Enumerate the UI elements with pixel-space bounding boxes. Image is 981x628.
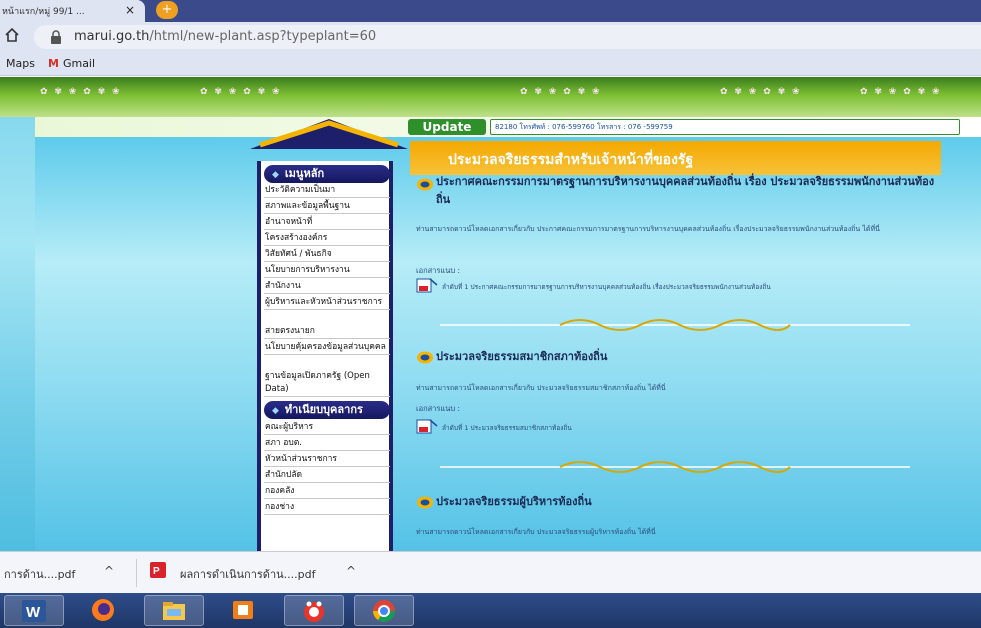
pdf-file-icon[interactable] bbox=[416, 277, 438, 293]
sidebar-item-office[interactable]: สำนักงาน bbox=[264, 280, 390, 294]
sidebar-item-engineering[interactable]: กองช่าง bbox=[264, 501, 390, 515]
lock-icon bbox=[51, 30, 61, 44]
update-ticker: 82180 โทรศัพท์ : 076-599760 โทรสาร : 076… bbox=[490, 119, 960, 135]
sidebar-item-finance[interactable]: กองคลัง bbox=[264, 485, 390, 499]
address-bar[interactable]: marui.go.th/html/new-plant.asp?typeplant… bbox=[34, 25, 981, 49]
flower-decoration: ✿ ✾ ❀ ✿ ✾ ❀ bbox=[520, 87, 602, 97]
pdf-file-icon[interactable] bbox=[416, 418, 438, 434]
update-strip: Update 82180 โทรศัพท์ : 076-599760 โทรสา… bbox=[35, 117, 981, 137]
attachment-link-2[interactable]: ลำดับที่ 1 ประมวลจริยธรรมสมาชิกสภาท้องถิ… bbox=[442, 423, 572, 433]
sidebar-item-direct-line[interactable]: สายตรงนายก bbox=[264, 325, 390, 339]
sidebar-item-history[interactable]: ประวัติความเป็นมา bbox=[264, 184, 390, 198]
item-bullet-icon bbox=[417, 496, 433, 509]
page-title: ประมวลจริยธรรมสำหรับเจ้าหน้าที่ของรัฐ bbox=[448, 152, 694, 168]
attachment-label-2: เอกสารแนบ : bbox=[416, 404, 461, 413]
personnel-menu-label: ทำเนียบบุคลากร bbox=[284, 403, 363, 416]
sidebar-item-executives[interactable]: ผู้บริหารและหัวหน้าส่วนราชการ bbox=[264, 296, 390, 310]
browser-tab[interactable]: หน้าแรก/หมู่ 99/1 ... × bbox=[0, 0, 145, 22]
bookmark-maps[interactable]: Maps bbox=[6, 57, 35, 70]
file-explorer-button[interactable] bbox=[144, 595, 204, 626]
attachment-link-1[interactable]: ลำดับที่ 1 ประกาศคณะกรรมการมาตรฐานการบริ… bbox=[442, 282, 771, 292]
flower-decoration: ✿ ✾ ❀ ✿ ✾ ❀ bbox=[40, 87, 122, 97]
flower-decoration: ✿ ✾ ❀ ✿ ✾ ❀ bbox=[200, 87, 282, 97]
svg-text:P: P bbox=[153, 566, 160, 577]
sidebar-item-council[interactable]: สภา อบต. bbox=[264, 437, 390, 451]
download-item-2[interactable]: ผลการดำเนินการด้าน....pdf bbox=[180, 565, 315, 583]
sidebar-menu: ◆ เมนูหลัก ประวัติความเป็นมา สภาพและข้อมู… bbox=[257, 161, 393, 551]
home-icon[interactable] bbox=[4, 27, 20, 43]
pdf-icon: P bbox=[150, 562, 166, 578]
item-desc-2: ท่านสามารถดาวน์โหลดเอกสารเกี่ยวกับ ประมว… bbox=[416, 384, 666, 392]
tab-title: หน้าแรก/หมู่ 99/1 ... bbox=[2, 7, 85, 17]
page-banner: ✿ ✾ ❀ ✿ ✾ ❀ ✿ ✾ ❀ ✿ ✾ ❀ ✿ ✾ ❀ ✿ ✾ ❀ ✿ ✾ … bbox=[0, 77, 981, 117]
url-path: /html/new-plant.asp?typeplant=60 bbox=[149, 29, 377, 44]
update-badge: Update bbox=[408, 119, 486, 135]
tab-strip: หน้าแรก/หมู่ 99/1 ... × + bbox=[0, 0, 981, 22]
firefox-button[interactable] bbox=[74, 595, 134, 626]
bookmarks-bar: Maps M Gmail bbox=[0, 52, 981, 76]
file-explorer-icon bbox=[163, 602, 185, 620]
flower-decoration: ✿ ✾ ❀ ✿ ✾ ❀ bbox=[860, 87, 942, 97]
page-title-bar: ประมวลจริยธรรมสำหรับเจ้าหน้าที่ของรัฐ bbox=[410, 141, 941, 175]
firefox-icon bbox=[92, 599, 114, 621]
diamond-icon: ◆ bbox=[272, 170, 279, 180]
ornamental-divider bbox=[440, 461, 910, 473]
sidebar-item-vision[interactable]: วิสัยทัศน์ / พันธกิจ bbox=[264, 248, 390, 262]
download-item-1[interactable]: การด้าน....pdf bbox=[4, 565, 75, 583]
item-desc-1: ท่านสามารถดาวน์โหลดเอกสารเกี่ยวกับ ประกา… bbox=[416, 225, 880, 233]
sidebar-header-decoration bbox=[250, 119, 408, 149]
item-bullet-icon bbox=[417, 351, 433, 364]
flower-decoration: ✿ ✾ ❀ ✿ ✾ ❀ bbox=[720, 87, 802, 97]
sidebar-item-policy[interactable]: นโยบายการบริหารงาน bbox=[264, 264, 390, 278]
main-menu-label: เมนูหลัก bbox=[284, 167, 325, 180]
item-title-3[interactable]: ประมวลจริยธรรมผู้บริหารท้องถิ่น bbox=[436, 493, 936, 511]
sidebar-item-clerk-office[interactable]: สำนักปลัด bbox=[264, 469, 390, 483]
sidebar-item-executive-board[interactable]: คณะผู้บริหาร bbox=[264, 421, 390, 435]
url-text[interactable]: marui.go.th/html/new-plant.asp?typeplant… bbox=[74, 29, 376, 44]
bookmark-gmail[interactable]: M Gmail bbox=[48, 57, 95, 70]
diamond-icon: ◆ bbox=[272, 406, 279, 416]
ornamental-divider bbox=[440, 319, 910, 331]
paint-button[interactable] bbox=[284, 595, 344, 626]
media-player-icon bbox=[233, 601, 253, 619]
item-title-1[interactable]: ประกาศคณะกรรมการมาตรฐานการบริหารงานบุคคล… bbox=[436, 173, 936, 209]
sidebar-item-privacy[interactable]: นโยบายคุ้มครองข้อมูลส่วนบุคคล bbox=[264, 341, 390, 355]
chevron-up-icon[interactable]: ^ bbox=[104, 564, 114, 578]
taskbar: W bbox=[0, 593, 981, 628]
svg-text:W: W bbox=[26, 604, 41, 621]
attachment-label-1: เอกสารแนบ : bbox=[416, 266, 461, 275]
item-title-2[interactable]: ประมวลจริยธรรมสมาชิกสภาท้องถิ่น bbox=[436, 348, 936, 366]
sidebar-item-structure[interactable]: โครงสร้างองค์กร bbox=[264, 232, 390, 246]
item-bullet-icon bbox=[417, 178, 433, 191]
media-player-button[interactable] bbox=[214, 595, 274, 626]
item-desc-3: ท่านสามารถดาวน์โหลดเอกสารเกี่ยวกับ ประมว… bbox=[416, 528, 656, 536]
sidebar-item-open-data[interactable]: ฐานข้อมูลเปิดภาครัฐ (Open Data) bbox=[264, 370, 390, 397]
chevron-up-icon[interactable]: ^ bbox=[346, 564, 356, 578]
paint-icon bbox=[304, 601, 324, 622]
download-shelf: การด้าน....pdf ^ P ผลการดำเนินการด้าน...… bbox=[0, 551, 981, 593]
personnel-menu-header: ◆ ทำเนียบบุคลากร bbox=[264, 401, 390, 419]
chrome-icon bbox=[373, 600, 395, 622]
gmail-icon: M bbox=[48, 57, 59, 70]
browser-toolbar: marui.go.th/html/new-plant.asp?typeplant… bbox=[0, 22, 981, 52]
download-divider bbox=[136, 559, 137, 587]
word-icon: W bbox=[22, 600, 46, 622]
main-menu-header: ◆ เมนูหลัก bbox=[264, 165, 390, 183]
sidebar-item-basic-info[interactable]: สภาพและข้อมูลพื้นฐาน bbox=[264, 200, 390, 214]
close-icon[interactable]: × bbox=[125, 3, 135, 17]
web-page: ✿ ✾ ❀ ✿ ✾ ❀ ✿ ✾ ❀ ✿ ✾ ❀ ✿ ✾ ❀ ✿ ✾ ❀ ✿ ✾ … bbox=[0, 77, 981, 551]
chrome-button[interactable] bbox=[354, 595, 414, 626]
sidebar-item-authority[interactable]: อำนาจหน้าที่ bbox=[264, 216, 390, 230]
new-tab-button[interactable]: + bbox=[156, 1, 178, 19]
word-button[interactable]: W bbox=[4, 595, 64, 626]
sidebar-item-department-heads[interactable]: หัวหน้าส่วนราชการ bbox=[264, 453, 390, 467]
url-domain: marui.go.th bbox=[74, 29, 150, 44]
bookmark-gmail-label: Gmail bbox=[62, 57, 96, 70]
